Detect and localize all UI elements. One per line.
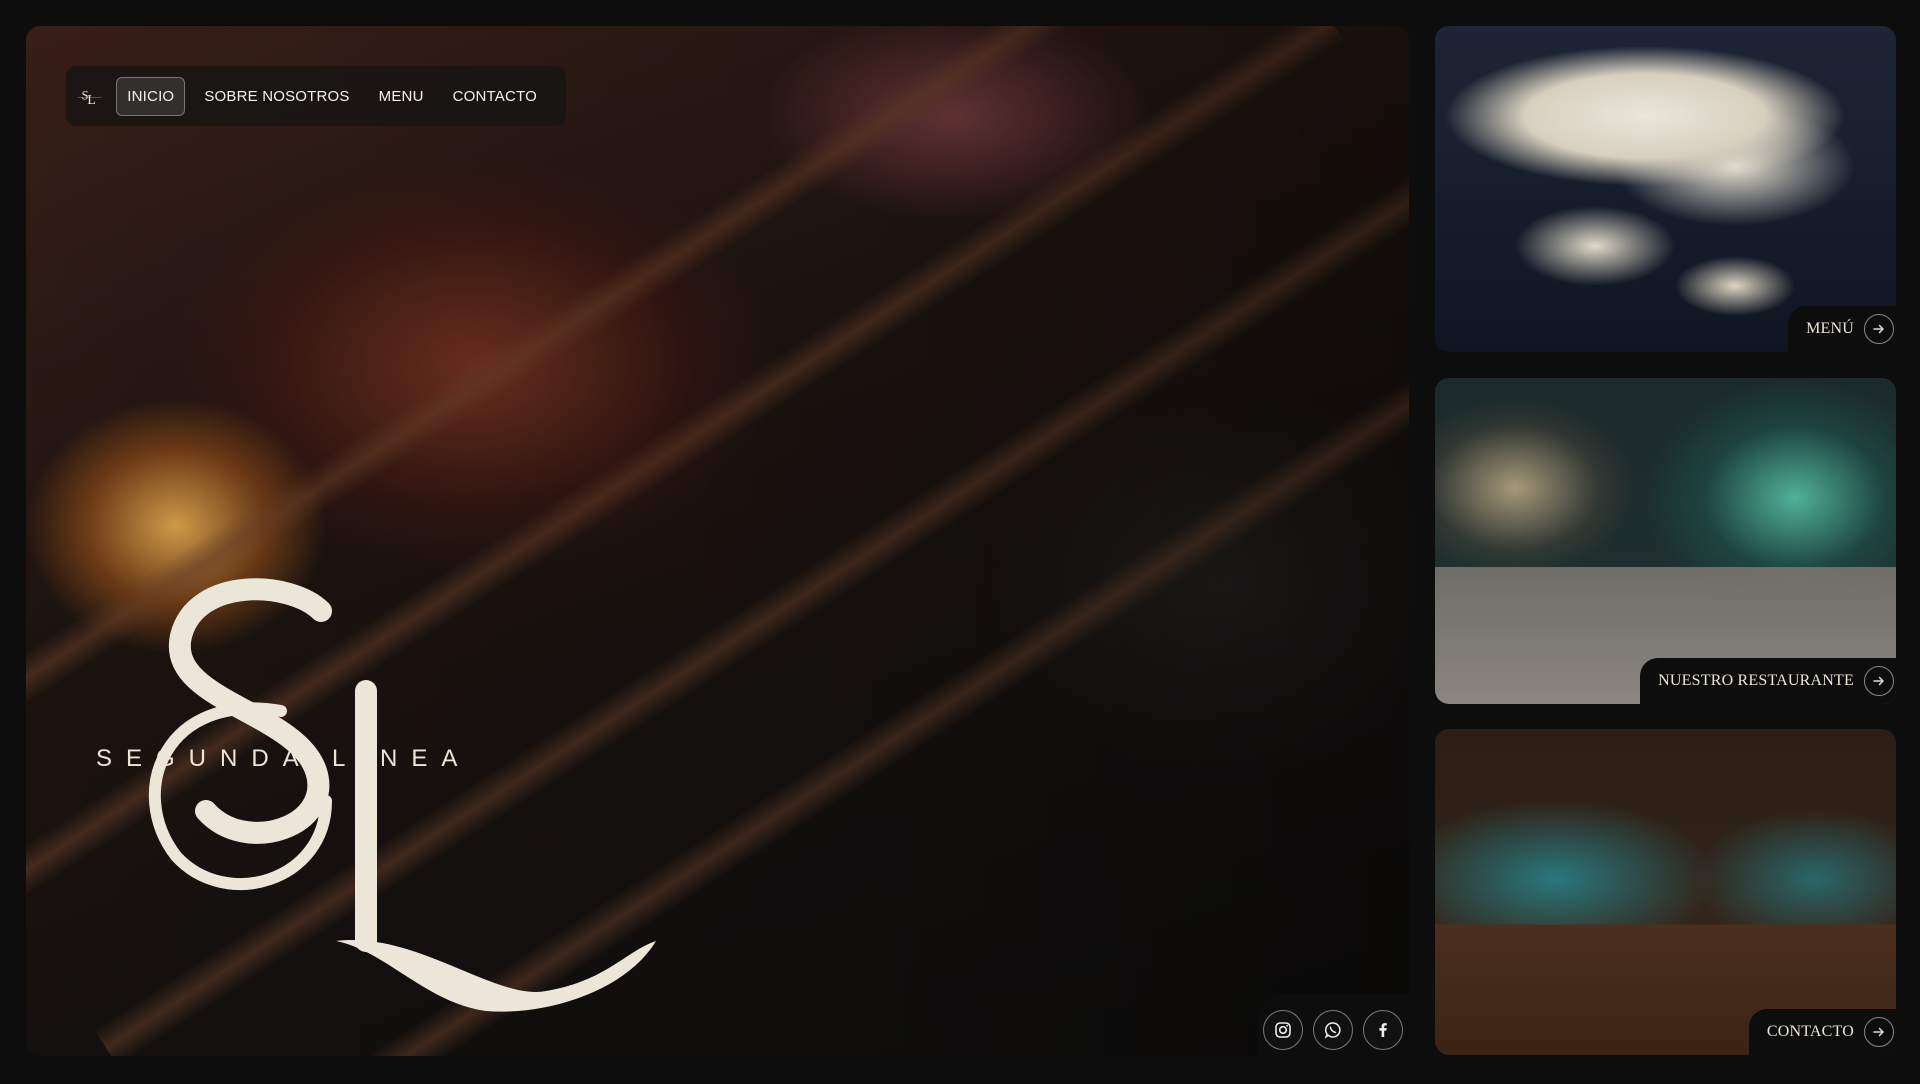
card-label: MENÚ xyxy=(1806,320,1854,337)
card-label: NUESTRO RESTAURANTE xyxy=(1658,672,1854,689)
nav-item-inicio[interactable]: INICIO xyxy=(116,76,186,116)
card-restaurante[interactable]: NUESTRO RESTAURANTE xyxy=(1435,378,1896,704)
instagram-button[interactable] xyxy=(1263,1010,1303,1050)
card-restaurante-link[interactable]: NUESTRO RESTAURANTE xyxy=(1640,658,1896,704)
arrow-right-icon[interactable] xyxy=(1864,1017,1894,1047)
svg-text:L: L xyxy=(87,92,96,108)
nav-item-contacto[interactable]: CONTACTO xyxy=(443,78,547,115)
main-nav: S L INICIO SOBRE NOSOTROS MENU CONTACTO xyxy=(66,66,566,126)
card-label: CONTACTO xyxy=(1766,1023,1854,1040)
hero-section: S L INICIO SOBRE NOSOTROS MENU CONTACTO … xyxy=(26,26,1409,1056)
card-contacto[interactable]: CONTACTO xyxy=(1435,729,1896,1055)
social-links xyxy=(1259,994,1409,1056)
arrow-right-icon[interactable] xyxy=(1864,314,1894,344)
nav-item-menu[interactable]: MENU xyxy=(369,78,434,115)
brand-logo: SEGUNDA LINEA xyxy=(96,578,656,1012)
card-menu-link[interactable]: MENÚ xyxy=(1788,306,1896,352)
instagram-icon xyxy=(1275,1022,1291,1038)
nav-item-sobre-nosotros[interactable]: SOBRE NOSOTROS xyxy=(194,78,359,115)
whatsapp-icon xyxy=(1324,1022,1341,1039)
arrow-right-icon[interactable] xyxy=(1864,666,1894,696)
facebook-button[interactable] xyxy=(1363,1010,1403,1050)
brand-name: SEGUNDA LINEA xyxy=(96,745,471,772)
nav-logo[interactable]: S L xyxy=(76,71,104,121)
whatsapp-button[interactable] xyxy=(1313,1010,1353,1050)
facebook-icon xyxy=(1379,1023,1387,1037)
card-menu[interactable]: MENÚ xyxy=(1435,26,1896,352)
card-contacto-link[interactable]: CONTACTO xyxy=(1748,1009,1896,1055)
